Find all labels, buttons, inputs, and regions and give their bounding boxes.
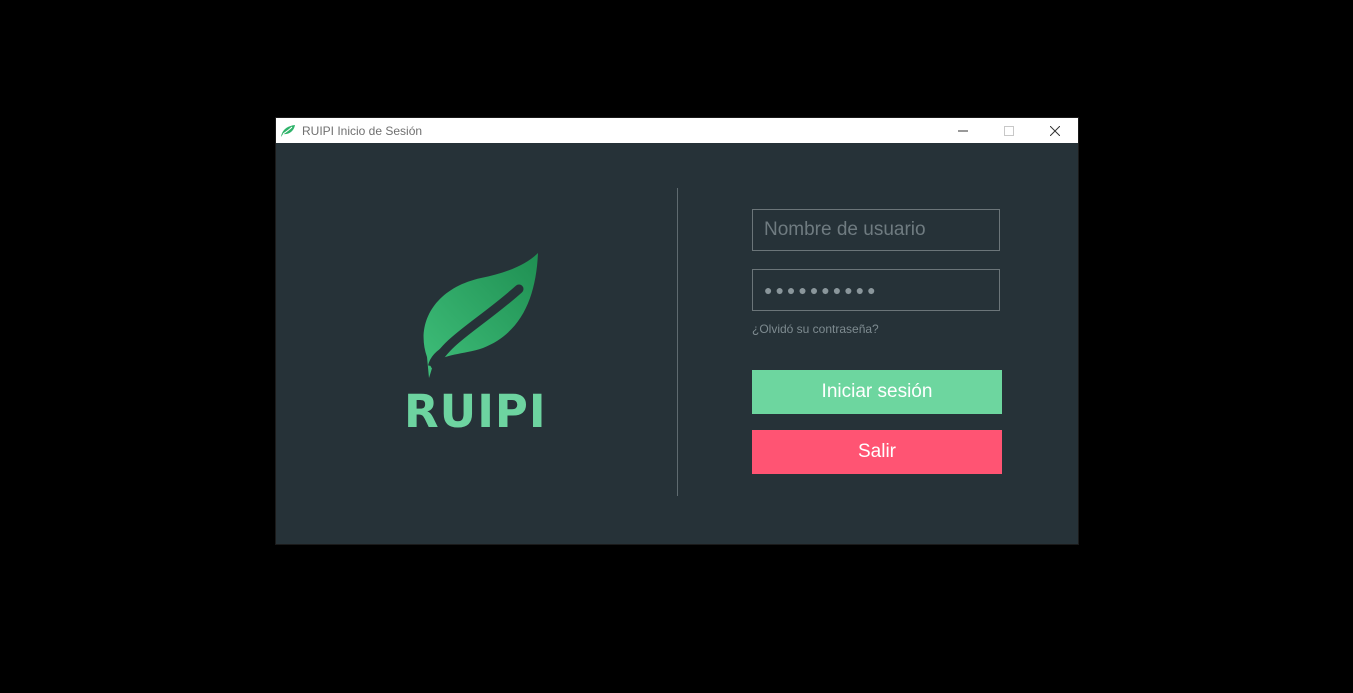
minimize-button[interactable]	[940, 118, 986, 143]
maximize-button[interactable]	[986, 118, 1032, 143]
leaf-icon	[279, 123, 297, 139]
close-button[interactable]	[1032, 118, 1078, 143]
window-controls	[940, 118, 1078, 143]
minimize-icon	[958, 130, 968, 131]
login-window: RUIPI Inicio de Sesión RUIPI Nombre de u…	[276, 118, 1078, 544]
login-button[interactable]: Iniciar sesión	[752, 370, 1002, 414]
window-title: RUIPI Inicio de Sesión	[302, 123, 423, 138]
close-icon	[1050, 125, 1060, 136]
username-field[interactable]	[752, 209, 1000, 251]
title-bar[interactable]: RUIPI Inicio de Sesión	[276, 118, 1078, 143]
forgot-password-link[interactable]: ¿Olvidó su contraseña?	[752, 322, 879, 336]
maximize-icon	[1004, 125, 1014, 136]
leaf-icon	[423, 253, 538, 378]
logo-text: RUIPI	[404, 385, 547, 438]
window-content: RUIPI ¿Olvidó su contraseña? Iniciar ses…	[276, 143, 1078, 544]
exit-button[interactable]: Salir	[752, 430, 1002, 474]
ruipi-logo: RUIPI	[401, 253, 551, 438]
vertical-divider	[677, 188, 678, 496]
password-field[interactable]	[752, 269, 1000, 311]
